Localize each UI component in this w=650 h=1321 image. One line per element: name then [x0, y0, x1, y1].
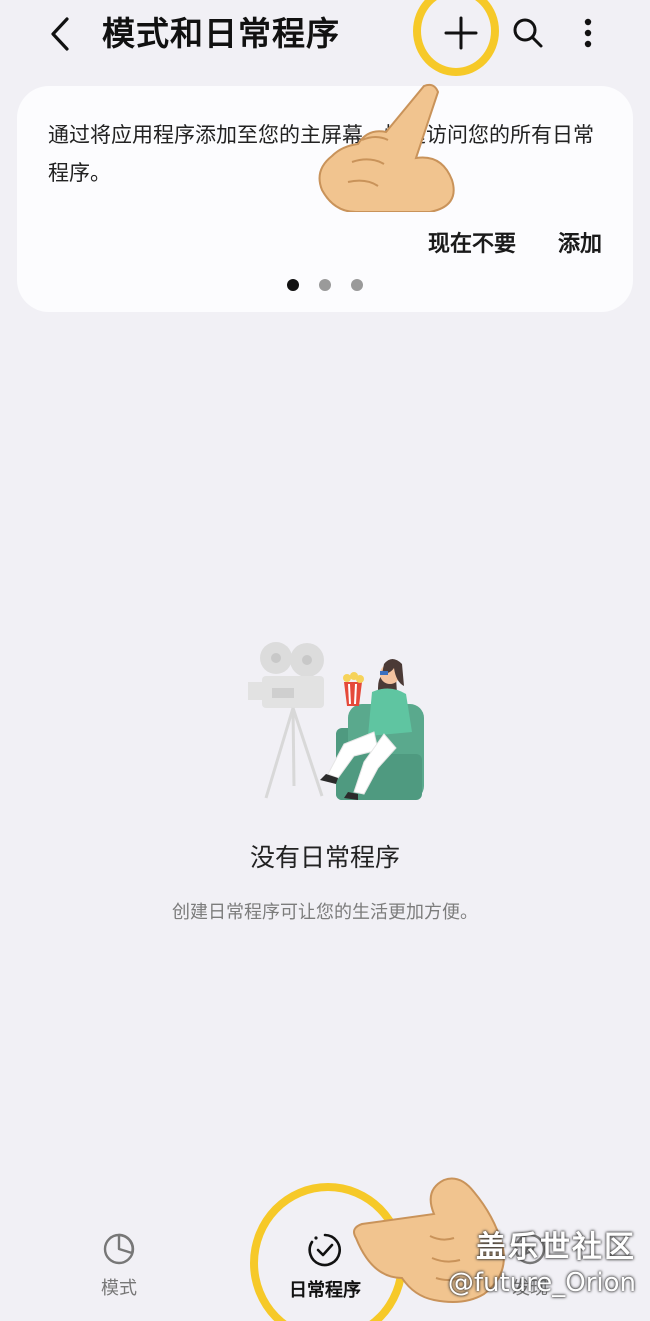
page-indicator — [287, 279, 363, 291]
search-icon — [513, 18, 543, 48]
empty-state-title: 没有日常程序 — [249, 843, 400, 872]
pointing-hand-icon — [318, 83, 455, 212]
page-dot — [351, 279, 363, 291]
back-button[interactable] — [40, 12, 80, 56]
search-button[interactable] — [506, 10, 550, 56]
top-app-bar: 模式和日常程序 — [0, 0, 650, 70]
watermark-logo: 盖乐世社区 — [476, 1230, 636, 1265]
watermark-user: @future_Orion — [447, 1268, 636, 1298]
page-dot-active — [287, 279, 299, 291]
chevron-left-icon — [51, 17, 69, 51]
watermark: 盖乐世社区 @future_Orion — [448, 1222, 636, 1298]
page-dot — [319, 279, 331, 291]
movie-viewer-illustration — [248, 642, 424, 800]
nav-item-modes[interactable]: 模式 — [49, 1232, 189, 1312]
add-button[interactable]: 添加 — [558, 226, 602, 258]
promo-actions: 现在不要 添加 — [428, 226, 602, 258]
empty-state-description: 创建日常程序可让您的生活更加方便。 — [172, 902, 478, 923]
nav-label-modes: 模式 — [101, 1278, 137, 1299]
page-title: 模式和日常程序 — [102, 14, 340, 53]
pie-chart-icon — [103, 1233, 135, 1265]
more-options-button[interactable] — [570, 10, 606, 56]
more-vertical-icon — [584, 18, 592, 48]
not-now-button[interactable]: 现在不要 — [428, 226, 516, 258]
